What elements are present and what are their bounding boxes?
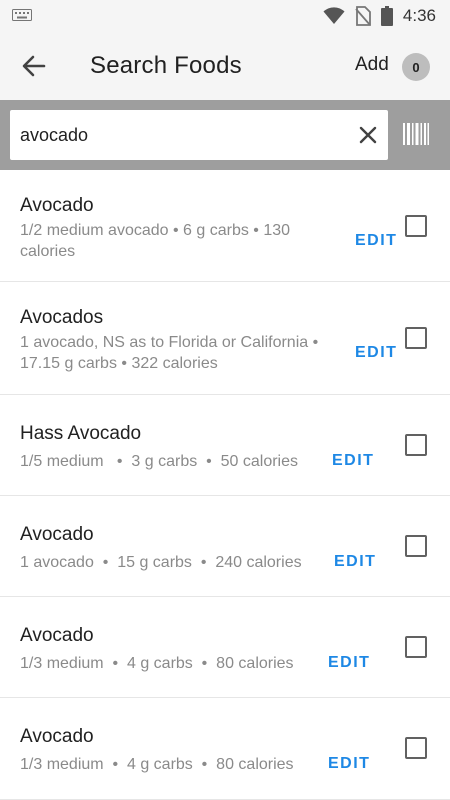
food-name: Hass Avocado	[20, 423, 142, 444]
food-description: 1 avocado, NS as to Florida or Californi…	[20, 334, 319, 372]
select-checkbox[interactable]	[405, 327, 427, 349]
search-bar	[0, 100, 450, 170]
status-bar: 4:36	[0, 0, 450, 32]
results-list: Avocado 1/2 medium avocado • 6 g carbs •…	[0, 170, 450, 800]
select-checkbox[interactable]	[405, 737, 427, 759]
list-item[interactable]: Avocados 1 avocado, NS as to Florida or …	[0, 282, 450, 395]
list-item[interactable]: Avocado 1/3 medium • 4 g carbs • 80 calo…	[0, 698, 450, 800]
no-sim-icon	[355, 6, 371, 26]
food-description: 1/2 medium avocado • 6 g carbs • 130 cal…	[20, 222, 291, 260]
list-item[interactable]: Avocado 1 avocado • 15 g carbs • 240 cal…	[0, 496, 450, 597]
edit-button[interactable]: EDIT	[328, 654, 370, 672]
food-name: Avocado	[20, 726, 94, 747]
back-arrow-icon[interactable]	[20, 52, 48, 80]
page-title: Search Foods	[90, 52, 242, 79]
select-checkbox[interactable]	[405, 215, 427, 237]
clear-icon[interactable]	[356, 123, 380, 147]
food-name: Avocados	[20, 307, 104, 328]
food-description: 1/5 medium • 3 g carbs • 50 calories	[20, 453, 298, 470]
list-item[interactable]: Avocado 1/2 medium avocado • 6 g carbs •…	[0, 170, 450, 282]
list-item[interactable]: Hass Avocado 1/5 medium • 3 g carbs • 50…	[0, 395, 450, 496]
search-box	[10, 110, 388, 160]
barcode-scan-icon[interactable]	[403, 123, 429, 145]
food-description: 1/3 medium • 4 g carbs • 80 calories	[20, 756, 294, 773]
select-checkbox[interactable]	[405, 535, 427, 557]
list-item[interactable]: Avocado 1/3 medium • 4 g carbs • 80 calo…	[0, 597, 450, 698]
select-checkbox[interactable]	[405, 434, 427, 456]
edit-button[interactable]: EDIT	[355, 232, 397, 250]
search-input[interactable]	[20, 110, 350, 160]
food-name: Avocado	[20, 625, 94, 646]
food-description: 1 avocado • 15 g carbs • 240 calories	[20, 554, 302, 571]
edit-button[interactable]: EDIT	[334, 553, 376, 571]
battery-icon	[380, 6, 393, 26]
selected-count-badge[interactable]: 0	[402, 53, 430, 81]
clock: 4:36	[402, 6, 436, 25]
select-checkbox[interactable]	[405, 636, 427, 658]
edit-button[interactable]: EDIT	[328, 755, 370, 773]
keyboard-icon	[12, 9, 32, 21]
food-description: 1/3 medium • 4 g carbs • 80 calories	[20, 655, 294, 672]
food-name: Avocado	[20, 524, 94, 545]
edit-button[interactable]: EDIT	[355, 344, 397, 362]
app-bar: Search Foods Add 0	[0, 32, 450, 100]
edit-button[interactable]: EDIT	[332, 452, 374, 470]
wifi-icon	[323, 7, 345, 24]
add-button[interactable]: Add	[355, 54, 389, 76]
food-name: Avocado	[20, 195, 94, 216]
